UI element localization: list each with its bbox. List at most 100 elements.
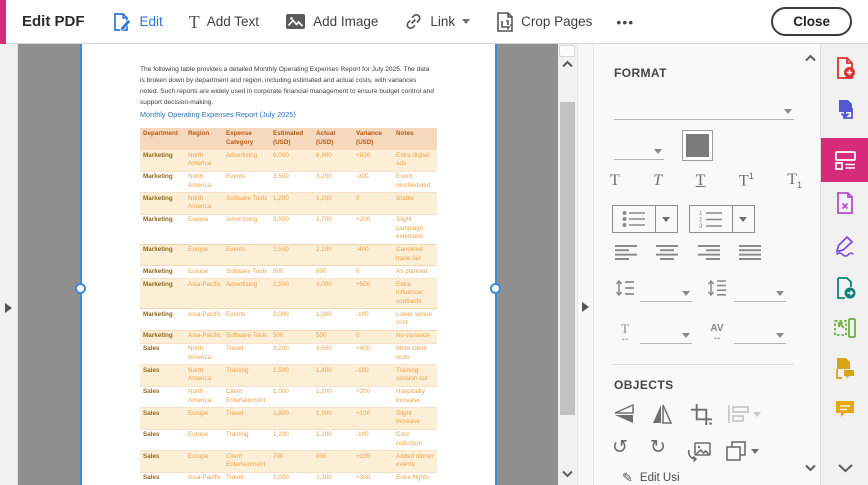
table-cell: 0 (353, 192, 393, 215)
col-header: Department (140, 128, 185, 150)
selection-handle-left[interactable] (75, 283, 86, 294)
font-family-dropdown[interactable] (614, 100, 794, 120)
align-right-icon[interactable] (697, 244, 721, 264)
table-row: Marketing Europe Events 2,500 2,100 -400 Cance… (140, 244, 437, 266)
line-spacing-icon[interactable] (614, 278, 636, 303)
bulleted-list-dropdown[interactable] (655, 206, 676, 232)
horizontal-scale-dropdown[interactable] (640, 324, 692, 344)
format-panel-title: FORMAT (614, 66, 667, 80)
align-justify-icon[interactable] (738, 244, 762, 264)
table-cell: 6,000 (270, 150, 313, 172)
comment-file-icon[interactable] (821, 348, 868, 388)
table-cell: As planned (393, 265, 437, 279)
table-cell: Events (223, 308, 270, 331)
table-cell: Marketing (140, 214, 185, 245)
close-button[interactable]: Close (771, 7, 852, 36)
table-cell: 500 (270, 330, 313, 344)
edit-pdf-icon[interactable] (821, 138, 868, 182)
table-row: Sales Europe Travel 1,800 1,900 +100 Slight in… (140, 407, 437, 430)
edit-using-button[interactable]: ✎ Edit Usi (622, 470, 680, 485)
chevron-down-icon[interactable] (821, 456, 868, 480)
table-cell: -100 (353, 364, 393, 387)
bulleted-list-icon[interactable] (613, 206, 655, 232)
edit-tool-button[interactable]: Edit (111, 12, 163, 32)
svg-text:2: 2 (699, 218, 703, 224)
scrollbar-thumb[interactable] (560, 102, 575, 415)
add-image-button[interactable]: Add Image (285, 13, 378, 30)
table-heading[interactable]: Monthly Operating Expenses Report (July … (140, 110, 296, 119)
table-cell: Cost reduction (393, 429, 437, 451)
table-row: Marketing North America Advertising 6,000 6,… (140, 150, 437, 172)
expand-right-arrow-icon[interactable] (582, 302, 589, 312)
table-cell: 3,200 (313, 171, 353, 193)
flip-horizontal-icon[interactable] (650, 402, 674, 426)
expense-table[interactable]: Department Region Expense Category Estim… (140, 128, 437, 485)
numbered-list-dropdown[interactable] (732, 206, 753, 232)
selection-handle-right[interactable] (490, 283, 501, 294)
replace-image-icon[interactable] (686, 440, 712, 462)
font-color-swatch[interactable] (682, 130, 713, 161)
panel-scroll-up-icon[interactable] (804, 54, 817, 62)
crop-pages-button[interactable]: Crop Pages (496, 11, 592, 32)
align-left-icon[interactable] (614, 244, 638, 264)
expand-left-panel-arrow-icon[interactable] (5, 303, 12, 313)
subscript-button[interactable]: T1 (787, 170, 802, 191)
underline-button[interactable]: T (696, 170, 706, 191)
flip-vertical-icon[interactable] (612, 402, 636, 426)
rotate-counterclockwise-icon[interactable]: ↺ (612, 438, 628, 457)
table-cell: 2,100 (313, 244, 353, 266)
align-center-icon[interactable] (655, 244, 679, 264)
send-file-icon[interactable] (821, 268, 868, 308)
enhance-scans-icon[interactable] (821, 308, 868, 348)
scroll-up-arrow-icon[interactable] (561, 60, 574, 68)
character-spacing-icon[interactable]: AV ↔ (704, 324, 730, 343)
annotate-icon[interactable] (821, 388, 868, 428)
superscript-button[interactable]: T1 (739, 170, 754, 191)
table-cell: +100 (353, 407, 393, 430)
crop-object-icon[interactable] (690, 403, 713, 426)
add-text-button[interactable]: T Add Text (189, 13, 259, 31)
table-row: Sales Europe Training 1,200 1,100 -100 Cost re… (140, 429, 437, 451)
rotate-clockwise-icon[interactable]: ↻ (650, 438, 666, 457)
edit-tool-label: Edit (139, 14, 163, 29)
paragraph-spacing-icon[interactable] (706, 278, 728, 303)
font-size-dropdown[interactable] (614, 140, 664, 160)
table-cell: Marketing (140, 265, 185, 279)
create-pdf-icon[interactable] (821, 48, 868, 88)
more-tools-button[interactable]: ••• (616, 14, 634, 30)
bold-button[interactable]: T (610, 170, 620, 191)
align-objects-icon[interactable] (726, 404, 761, 424)
text-style-row: T T T T1 T1 (610, 170, 802, 191)
link-button[interactable]: Link (404, 12, 471, 31)
left-panel-strip (0, 44, 18, 485)
table-cell: 1,200 (313, 386, 353, 408)
panel-scroll-down-icon[interactable] (804, 464, 817, 472)
table-cell: Marketing (140, 171, 185, 193)
pdf-page[interactable]: The following table provides a detailed … (81, 44, 496, 485)
fill-and-sign-icon[interactable] (821, 226, 868, 266)
arrange-objects-icon[interactable] (724, 440, 759, 462)
numbered-list-icon[interactable]: 123 (690, 206, 732, 232)
table-cell: 1,200 (270, 429, 313, 451)
table-cell: Marketing (140, 244, 185, 266)
scroll-down-arrow-icon[interactable] (561, 470, 574, 478)
page-title: Edit PDF (22, 13, 85, 30)
paragraph-spacing-dropdown[interactable] (734, 282, 786, 302)
edit-using-label: Edit Usi (639, 472, 680, 484)
table-cell: North America (185, 386, 223, 408)
horizontal-scale-icon[interactable]: T ↔ (614, 322, 636, 344)
delete-pages-icon[interactable] (821, 183, 868, 223)
table-cell: -300 (353, 171, 393, 193)
table-row: Marketing Europe Software Tools 800 800 0 As p… (140, 265, 437, 279)
table-cell: Sales (140, 429, 185, 451)
italic-button[interactable]: T (653, 170, 662, 191)
table-cell: Event rescheduled (393, 171, 437, 193)
intro-paragraph[interactable]: The following table provides a detailed … (140, 64, 434, 108)
edit-pdf-window: Edit PDF Edit T Add Text Add Image Link (0, 0, 868, 485)
col-header: Estimated (USD) (270, 128, 313, 150)
line-spacing-dropdown[interactable] (640, 282, 692, 302)
col-header: Actual (USD) (313, 128, 353, 150)
character-spacing-dropdown[interactable] (734, 324, 786, 344)
table-cell: Software Tools (223, 265, 270, 279)
export-pdf-icon[interactable] (821, 90, 868, 130)
